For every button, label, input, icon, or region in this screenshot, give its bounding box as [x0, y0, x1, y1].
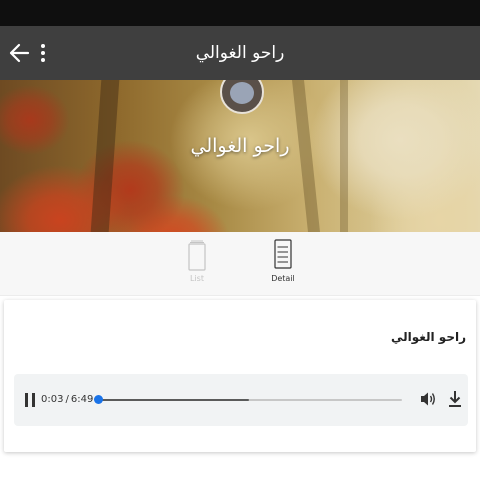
time-separator: /: [65, 394, 69, 405]
buffered-bar: [96, 399, 249, 401]
tab-list-label: List: [190, 274, 204, 283]
status-bar: [0, 0, 480, 26]
more-options-button[interactable]: [30, 35, 56, 71]
download-icon: [449, 391, 461, 407]
list-icon: [188, 240, 206, 271]
app-screen: راحو الغوالي راحو الغوالي List Detail را…: [0, 0, 480, 480]
seek-bar[interactable]: [94, 395, 402, 404]
track-card: راحو الغوالي 0:03/6:49: [4, 300, 476, 452]
tab-detail[interactable]: Detail: [253, 238, 313, 292]
track-title: راحو الغوالي: [390, 330, 466, 344]
pause-icon: [25, 393, 28, 407]
header-cover-image: راحو الغوالي: [0, 80, 480, 232]
app-bar-title: راحو الغوالي: [195, 43, 285, 63]
download-button[interactable]: [445, 388, 465, 410]
pause-button[interactable]: [22, 391, 40, 409]
avatar[interactable]: [220, 80, 264, 114]
app-bar: راحو الغوالي: [0, 26, 480, 80]
volume-button[interactable]: [418, 389, 438, 409]
seek-thumb[interactable]: [94, 395, 104, 404]
artist-name: راحو الغوالي: [190, 135, 290, 157]
tab-detail-label: Detail: [271, 274, 295, 283]
duration: 6:49: [70, 394, 94, 405]
detail-icon: [274, 239, 292, 269]
current-time: 0:03: [41, 394, 64, 405]
time-readout: 0:03/6:49: [41, 394, 93, 405]
audio-player: 0:03/6:49: [14, 374, 468, 426]
volume-icon: [421, 392, 435, 406]
more-vert-icon: [41, 44, 45, 62]
tab-list[interactable]: List: [167, 238, 227, 292]
tab-bar: List Detail: [0, 232, 480, 296]
